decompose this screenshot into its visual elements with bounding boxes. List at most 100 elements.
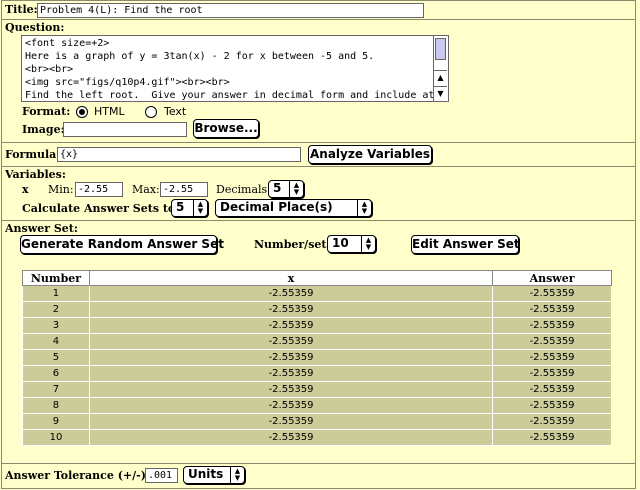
column-header-x: x bbox=[88, 270, 494, 286]
divider bbox=[1, 463, 636, 464]
format-html-label: HTML bbox=[94, 105, 125, 118]
column-header-number: Number bbox=[22, 270, 90, 286]
table-row: 2 -2.55359 -2.55359 bbox=[22, 301, 612, 318]
row-answer-value: -2.55359 bbox=[492, 429, 612, 446]
up-down-arrows-icon: ▲ ▼ bbox=[193, 200, 207, 216]
question-textarea[interactable]: <font size=+2> Here is a graph of y = 3ta… bbox=[21, 35, 449, 102]
table-row: 6 -2.55359 -2.55359 bbox=[22, 365, 612, 382]
table-row: 4 -2.55359 -2.55359 bbox=[22, 333, 612, 350]
row-x-value: -2.55359 bbox=[88, 429, 494, 446]
question-line: Find the left root. Give your answer in … bbox=[25, 90, 435, 101]
question-line: Here is a graph of y = 3tan(x) - 2 for x… bbox=[25, 51, 375, 62]
answer-set-label: Answer Set: bbox=[5, 222, 78, 235]
table-row: 9 -2.55359 -2.55359 bbox=[22, 413, 612, 430]
row-x-value: -2.55359 bbox=[88, 365, 494, 382]
format-text-radio[interactable] bbox=[145, 106, 157, 118]
tolerance-input[interactable]: .001 bbox=[145, 468, 178, 483]
row-answer-value: -2.55359 bbox=[492, 413, 612, 430]
row-x-value: -2.55359 bbox=[88, 301, 494, 318]
question-line: <img src="figs/q10p4.gif"><br><br> bbox=[25, 77, 230, 88]
row-number: 10 bbox=[22, 429, 90, 446]
calculate-decimals-select[interactable]: 5 ▲ ▼ bbox=[171, 199, 208, 217]
row-answer-value: -2.55359 bbox=[492, 365, 612, 382]
row-number: 6 bbox=[22, 365, 90, 382]
row-x-value: -2.55359 bbox=[88, 397, 494, 414]
calculate-unit-value: Decimal Place(s) bbox=[220, 200, 333, 214]
table-row: 10 -2.55359 -2.55359 bbox=[22, 429, 612, 446]
decimals-label: Decimals: bbox=[216, 183, 271, 196]
edit-answer-set-button[interactable]: Edit Answer Set bbox=[411, 235, 520, 254]
row-number: 4 bbox=[22, 333, 90, 350]
divider bbox=[1, 220, 636, 221]
row-x-value: -2.55359 bbox=[88, 349, 494, 366]
row-x-value: -2.55359 bbox=[88, 381, 494, 398]
row-x-value: -2.55359 bbox=[88, 317, 494, 334]
min-label: Min: bbox=[48, 183, 74, 196]
format-text-label: Text bbox=[164, 105, 187, 118]
row-answer-value: -2.55359 bbox=[492, 349, 612, 366]
row-number: 2 bbox=[22, 301, 90, 318]
row-number: 1 bbox=[22, 285, 90, 302]
table-header-row: Number x Answer bbox=[22, 270, 612, 286]
browse-button[interactable]: Browse... bbox=[193, 119, 259, 138]
row-number: 8 bbox=[22, 397, 90, 414]
divider bbox=[1, 142, 636, 143]
number-per-set-select[interactable]: 10 ▲ ▼ bbox=[327, 235, 376, 253]
question-text: <font size=+2> Here is a graph of y = 3ta… bbox=[25, 37, 435, 101]
calculate-label: Calculate Answer Sets to: bbox=[22, 202, 180, 215]
row-x-value: -2.55359 bbox=[88, 333, 494, 350]
arrow-up-icon[interactable]: ▲ bbox=[434, 70, 447, 85]
row-answer-value: -2.55359 bbox=[492, 333, 612, 350]
image-label: Image: bbox=[22, 123, 65, 136]
question-label: Question: bbox=[5, 21, 65, 34]
variable-name: x bbox=[22, 183, 29, 196]
table-row: 5 -2.55359 -2.55359 bbox=[22, 349, 612, 366]
answer-set-table: Number x Answer 1 -2.55359 -2.55359 2 -2.553… bbox=[22, 270, 612, 446]
row-x-value: -2.55359 bbox=[88, 413, 494, 430]
title-label: Title: bbox=[5, 3, 38, 16]
image-input[interactable] bbox=[63, 122, 187, 137]
up-down-arrows-icon: ▲ ▼ bbox=[357, 200, 371, 216]
row-answer-value: -2.55359 bbox=[492, 381, 612, 398]
decimals-select[interactable]: 5 ▲ ▼ bbox=[268, 180, 304, 198]
format-html-radio[interactable] bbox=[76, 106, 88, 118]
format-label: Format: bbox=[22, 105, 71, 118]
row-number: 7 bbox=[22, 381, 90, 398]
number-per-set-value: 10 bbox=[332, 236, 349, 250]
question-line: <br><br> bbox=[25, 64, 74, 75]
tolerance-label: Answer Tolerance (+/-): bbox=[5, 469, 150, 482]
table-row: 7 -2.55359 -2.55359 bbox=[22, 381, 612, 398]
row-answer-value: -2.55359 bbox=[492, 317, 612, 334]
table-row: 3 -2.55359 -2.55359 bbox=[22, 317, 612, 334]
formula-label: Formula: bbox=[5, 148, 61, 161]
column-header-answer: Answer bbox=[492, 270, 612, 286]
question-scrollbar[interactable]: ▲ ▼ bbox=[433, 36, 448, 101]
min-input[interactable]: -2.55 bbox=[75, 182, 123, 197]
title-input[interactable]: Problem 4(L): Find the root bbox=[37, 3, 424, 18]
tolerance-units-select[interactable]: Units ▲ ▼ bbox=[183, 466, 245, 484]
scroll-thumb[interactable] bbox=[435, 38, 446, 60]
row-answer-value: -2.55359 bbox=[492, 285, 612, 302]
formula-input[interactable]: {x} bbox=[57, 147, 301, 162]
table-row: 8 -2.55359 -2.55359 bbox=[22, 397, 612, 414]
analyze-variables-button[interactable]: Analyze Variables bbox=[308, 145, 432, 164]
max-input[interactable]: -2.55 bbox=[160, 182, 208, 197]
variables-label: Variables: bbox=[5, 168, 66, 181]
question-line: <font size=+2> bbox=[25, 38, 110, 49]
row-answer-value: -2.55359 bbox=[492, 397, 612, 414]
row-x-value: -2.55359 bbox=[88, 285, 494, 302]
max-label: Max: bbox=[132, 183, 160, 196]
calculate-decimals-value: 5 bbox=[176, 200, 185, 214]
divider bbox=[1, 166, 636, 167]
table-row: 1 -2.55359 -2.55359 bbox=[22, 285, 612, 302]
row-number: 9 bbox=[22, 413, 90, 430]
generate-random-answer-set-button[interactable]: Generate Random Answer Set bbox=[20, 235, 224, 254]
row-number: 5 bbox=[22, 349, 90, 366]
tolerance-units-value: Units bbox=[188, 467, 224, 481]
up-down-arrows-icon: ▲ ▼ bbox=[230, 467, 244, 483]
number-per-set-label: Number/set: bbox=[254, 238, 331, 251]
calculate-unit-select[interactable]: Decimal Place(s) ▲ ▼ bbox=[215, 199, 372, 217]
up-down-arrows-icon: ▲ ▼ bbox=[361, 236, 375, 252]
row-answer-value: -2.55359 bbox=[492, 301, 612, 318]
arrow-down-icon[interactable]: ▼ bbox=[434, 86, 447, 101]
